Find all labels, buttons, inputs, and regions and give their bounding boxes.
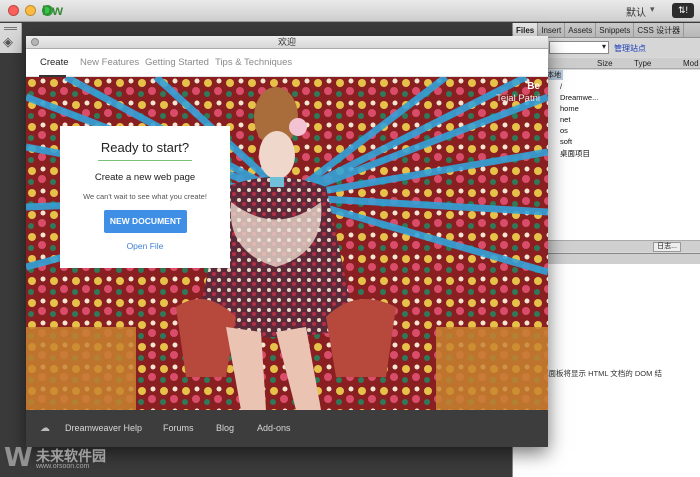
start-card-title: Ready to start? <box>100 140 190 155</box>
column-modified[interactable]: Mod <box>683 58 699 69</box>
forums-link[interactable]: Forums <box>163 423 194 433</box>
column-type[interactable]: Type <box>634 58 651 69</box>
file-row-os[interactable]: os <box>560 126 568 135</box>
welcome-title: 欢迎 <box>277 37 296 47</box>
manage-sites-link[interactable]: 管理站点 <box>614 43 646 54</box>
log-button[interactable]: 日志... <box>653 242 681 252</box>
chevron-down-icon: ▾ <box>601 42 606 51</box>
watermark-url: www.orsoon.com <box>36 463 90 470</box>
behance-credit[interactable]: Be <box>527 81 540 92</box>
dom-panel-message: 此面板将显示 HTML 文档的 DOM 结 <box>541 369 662 378</box>
chevron-down-icon[interactable]: ▾ <box>650 4 655 15</box>
tab-files[interactable]: Files <box>513 23 539 37</box>
creative-cloud-icon: ☁ <box>40 423 50 434</box>
welcome-nav: Create New Features Getting Started Tips… <box>26 49 548 77</box>
close-icon[interactable] <box>31 38 39 46</box>
start-card-subtitle: Create a new web page <box>94 172 196 183</box>
dreamweaver-help-link[interactable]: Dreamweaver Help <box>65 423 142 433</box>
add-ons-link[interactable]: Add-ons <box>257 423 291 433</box>
file-row-dreamweaver[interactable]: Dreamwe... <box>560 93 598 102</box>
welcome-dialog: 欢迎 Create New Features Getting Started T… <box>26 36 548 447</box>
tab-insert[interactable]: Insert <box>538 23 566 37</box>
new-document-button[interactable]: NEW DOCUMENT <box>104 210 187 233</box>
close-window-button[interactable] <box>8 5 19 16</box>
artist-credit[interactable]: Tejal Patni <box>496 93 540 104</box>
hero-artwork: Be Tejal Patni Ready to start? Create a … <box>26 77 548 410</box>
file-row-net[interactable]: net <box>560 115 570 124</box>
file-row-home[interactable]: home <box>560 104 579 113</box>
welcome-titlebar: 欢迎 <box>26 36 548 49</box>
tab-snippets[interactable]: Snippets <box>596 23 635 37</box>
watermark-logo: W <box>4 443 33 473</box>
file-row-soft[interactable]: soft <box>560 137 572 146</box>
sync-icon[interactable]: ⇅! <box>672 3 694 18</box>
file-row-root[interactable]: / <box>560 82 562 91</box>
workspace-switcher[interactable]: 默认 <box>626 4 646 19</box>
column-size[interactable]: Size <box>597 58 613 69</box>
title-divider <box>98 160 192 161</box>
app-titlebar: Dw 默认 ▾ ⇅! <box>0 0 700 22</box>
tab-new-features[interactable]: New Features <box>80 57 139 68</box>
file-row-desktop-project[interactable]: 桌面项目 <box>560 148 590 159</box>
tab-assets[interactable]: Assets <box>565 23 597 37</box>
start-card: Ready to start? Create a new web page We… <box>60 126 230 268</box>
dreamweaver-logo: Dw <box>42 2 63 18</box>
tab-getting-started[interactable]: Getting Started <box>145 57 209 68</box>
grip-icon[interactable] <box>4 27 17 30</box>
tab-create[interactable]: Create <box>40 57 69 68</box>
tools-strip: ◈ <box>0 23 22 53</box>
minimize-window-button[interactable] <box>25 5 36 16</box>
blog-link[interactable]: Blog <box>216 423 234 433</box>
layers-icon[interactable]: ◈ <box>3 34 13 50</box>
start-card-description: We can't wait to see what you create! <box>83 192 207 201</box>
open-file-link[interactable]: Open File <box>60 241 230 251</box>
welcome-footer: ☁ Dreamweaver Help Forums Blog Add-ons <box>26 410 548 447</box>
tab-tips-techniques[interactable]: Tips & Techniques <box>215 57 292 68</box>
tab-css-designer[interactable]: CSS 设计器 <box>634 23 685 37</box>
site-select[interactable]: ▾ <box>549 41 609 54</box>
